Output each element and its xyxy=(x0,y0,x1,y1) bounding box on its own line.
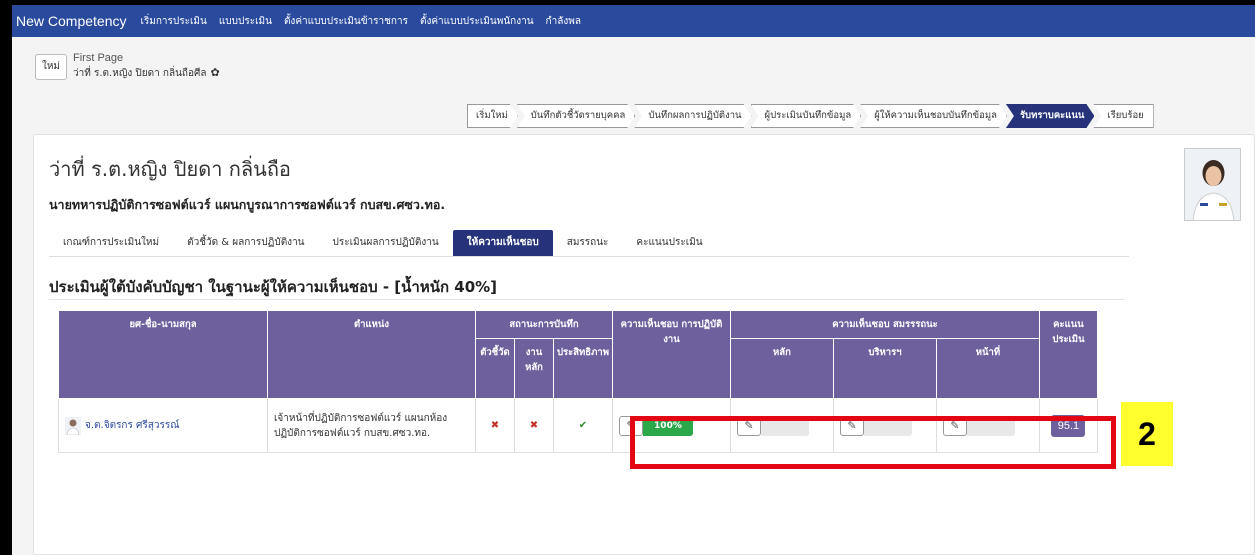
cell-name: จ.ต.จิตรกร ศรีสุวรรณ์ xyxy=(58,398,268,453)
step-record-kpi[interactable]: บันทึกตัวชี้วัดรายบุคคล xyxy=(517,104,636,128)
header-record-status: สถานะการบันทึก xyxy=(475,310,613,339)
breadcrumb-person: ว่าที่ ร.ต.หญิง ปิยดา กลิ่นถือศีล ✿ xyxy=(73,66,220,81)
tab-new-criteria[interactable]: เกณฑ์การประเมินใหม่ xyxy=(49,230,173,256)
status-kpi-cross-icon: ✖ xyxy=(475,398,515,453)
header-comp-core: หลัก xyxy=(729,338,834,399)
step-restart[interactable]: เริ่มใหม่ xyxy=(467,104,518,128)
nav-personnel[interactable]: กำลังพล xyxy=(546,14,581,29)
nav-start-evaluation[interactable]: เริ่มการประเมิน xyxy=(141,14,207,29)
breadcrumb-person-name: ว่าที่ ร.ต.หญิง ปิยดา กลิ่นถือศีล xyxy=(73,68,207,79)
status-efficiency-check-icon: ✔ xyxy=(553,398,613,453)
header-comp-managerial: บริหารฯ xyxy=(832,338,937,399)
header-score: คะแนน ประเมิน xyxy=(1038,310,1098,399)
step-acknowledge-score[interactable]: รับทราบคะแนน xyxy=(1006,104,1094,128)
tab-approval[interactable]: ให้ความเห็นชอบ xyxy=(452,230,553,256)
header-efficiency: ประสิทธิภาพ xyxy=(553,338,613,399)
header-competency-approval: ความเห็นชอบ สมรรรถนะ xyxy=(729,310,1040,339)
tab-bar: เกณฑ์การประเมินใหม่ ตัวชี้วัด & ผลการปฏิ… xyxy=(49,229,1129,257)
person-icon xyxy=(65,416,81,435)
app-brand[interactable]: New Competency xyxy=(16,13,127,29)
header-kpi: ตัวชี้วัด xyxy=(475,338,515,399)
subordinate-table: ยศ-ชื่อ-นามสกุล ตำแหน่ง สถานะการบันทึก ค… xyxy=(58,310,1098,513)
header-comp-functional: หน้าที่ xyxy=(935,338,1040,399)
tab-kpi-performance[interactable]: ตัวชี้วัด & ผลการปฏิบัติงาน xyxy=(173,230,318,256)
header-performance-approval: ความเห็นชอบ การปฏิบัติงาน xyxy=(611,310,731,399)
section-divider xyxy=(49,299,1124,300)
tab-competency[interactable]: สมรรถนะ xyxy=(553,230,623,256)
main-panel: ว่าที่ ร.ต.หญิง ปิยดา กลิ่นถือ นายทหารปฏ… xyxy=(33,134,1255,555)
header-position: ตำแหน่ง xyxy=(267,310,476,399)
profile-photo-icon xyxy=(1185,149,1240,220)
nav-employee-form-settings[interactable]: ตั้งค่าแบบประเมินพนักงาน xyxy=(420,14,534,29)
employee-name-link[interactable]: จ.ต.จิตรกร ศรีสุวรรณ์ xyxy=(85,418,180,433)
breadcrumb-first-page[interactable]: First Page xyxy=(73,52,123,64)
cell-position: เจ้าหน้าที่ปฏิบัติการซอฟต์แวร์ แผนกห้องป… xyxy=(267,398,476,453)
avatar xyxy=(1184,148,1241,221)
annotation-number: 2 xyxy=(1121,402,1173,466)
nav-official-form-settings[interactable]: ตั้งค่าแบบประเมินข้าราชการ xyxy=(284,14,408,29)
top-navbar: New Competency เริ่มการประเมิน แบบประเมิ… xyxy=(12,5,1255,37)
person-position: นายทหารปฏิบัติการซอฟต์แวร์ แผนกบูรณาการซ… xyxy=(49,197,446,212)
highlight-box xyxy=(630,416,1116,469)
tab-performance-evaluation[interactable]: ประเมินผลการปฏิบัติงาน xyxy=(319,230,453,256)
tab-score[interactable]: คะแนนประเมิน xyxy=(622,230,716,256)
status-main-task-cross-icon: ✖ xyxy=(514,398,554,453)
workflow-steps: เริ่มใหม่ บันทึกตัวชี้วัดรายบุคคล บันทึก… xyxy=(467,104,1154,128)
header-main-task: งานหลัก xyxy=(514,338,554,399)
new-button[interactable]: ใหม่ xyxy=(35,54,67,80)
step-approver-record[interactable]: ผู้ให้ความเห็นชอบบันทึกข้อมูล xyxy=(860,104,1007,128)
breadcrumb: ใหม่ First Page ว่าที่ ร.ต.หญิง ปิยดา กล… xyxy=(22,44,1252,88)
header-name: ยศ-ชื่อ-นามสกุล xyxy=(58,310,268,399)
page-title: ว่าที่ ร.ต.หญิง ปิยดา กลิ่นถือ xyxy=(49,157,291,181)
gear-icon[interactable]: ✿ xyxy=(210,66,219,79)
step-complete[interactable]: เรียบร้อย xyxy=(1093,104,1154,128)
step-evaluator-record[interactable]: ผู้ประเมินบันทึกข้อมูล xyxy=(751,104,862,128)
section-title: ประเมินผู้ใต้บังคับบัญชา ในฐานะผู้ให้ควา… xyxy=(49,278,498,296)
nav-evaluation-forms[interactable]: แบบประเมิน xyxy=(219,14,272,29)
step-record-performance[interactable]: บันทึกผลการปฏิบัติงาน xyxy=(634,104,751,128)
